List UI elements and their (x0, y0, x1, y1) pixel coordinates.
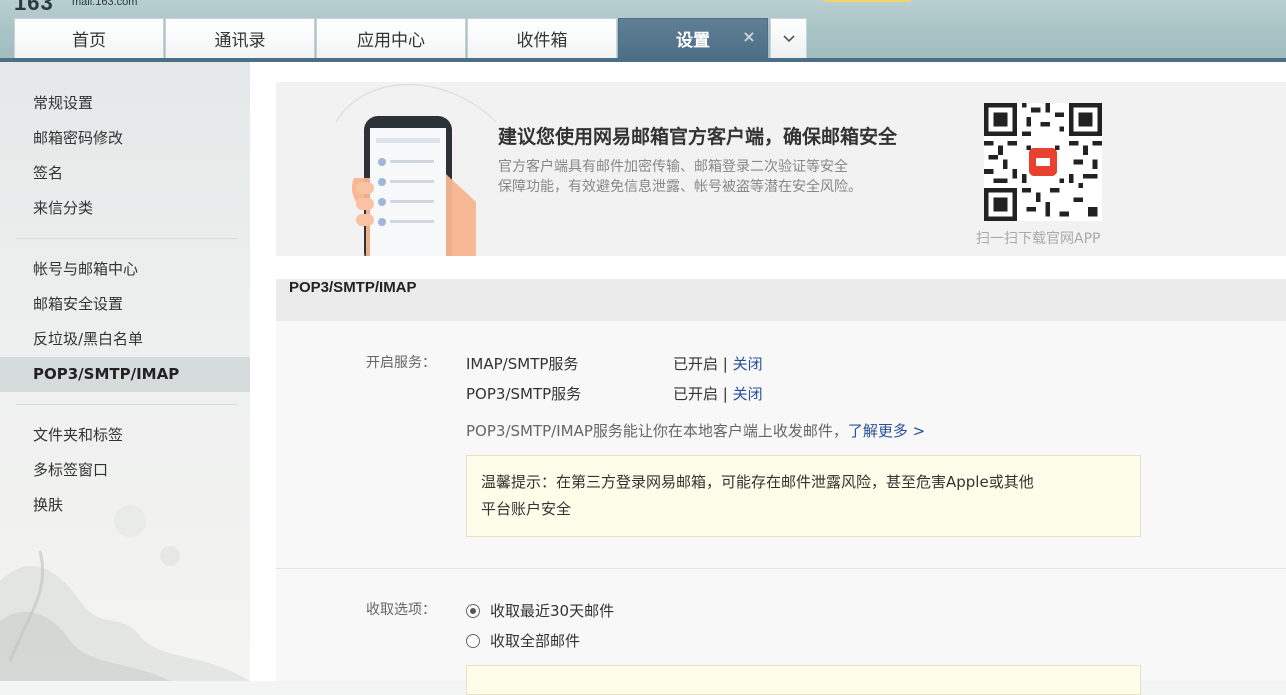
sidebar-item-folders[interactable]: 文件夹和标签 (0, 418, 250, 453)
sidebar-item-skin[interactable]: 换肤 (0, 488, 250, 523)
tab-label: 首页 (72, 31, 106, 51)
receive-notice (466, 665, 1141, 695)
sidebar-group-account: 帐号与邮箱中心 邮箱安全设置 反垃圾/黑白名单 POP3/SMTP/IMAP (0, 252, 250, 392)
radio-all-mail[interactable]: 收取全部邮件 (466, 630, 580, 651)
status-separator: | (718, 385, 733, 403)
sidebar-item-security[interactable]: 邮箱安全设置 (0, 287, 250, 322)
top-header: 163 mail.163.com 首页 通讯录 应用中心 收件箱 设置 × (0, 0, 1286, 62)
close-icon[interactable]: × (741, 29, 757, 45)
status-separator: | (718, 355, 733, 373)
tab-label: 设置 (676, 31, 710, 51)
banner-desc-line: 官方客户端具有邮件加密传输、邮箱登录二次验证等安全 (498, 159, 848, 175)
sidebar-group-basic: 常规设置 邮箱密码修改 签名 来信分类 (0, 86, 250, 226)
sidebar-item-password[interactable]: 邮箱密码修改 (0, 121, 250, 156)
pop3-service-status: 已开启 | 关闭 (673, 383, 763, 404)
description-text: POP3/SMTP/IMAP服务能让你在本地客户端上收发邮件， (466, 422, 848, 440)
section-title: POP3/SMTP/IMAP (276, 279, 1286, 321)
sidebar-divider (16, 238, 238, 239)
pop3-close-link[interactable]: 关闭 (733, 385, 763, 403)
receive-options-label: 收取选项： (366, 602, 436, 618)
sidebar-item-account-center[interactable]: 帐号与邮箱中心 (0, 252, 250, 287)
service-description: POP3/SMTP/IMAP服务能让你在本地客户端上收发邮件，了解更多 > (466, 420, 925, 441)
status-text: 已开启 (673, 385, 719, 403)
tab-settings[interactable]: 设置 × (618, 18, 768, 58)
banner-desc-line: 保障功能，有效避免信息泄露、帐号被盗等潜在安全风险。 (498, 179, 862, 195)
main-tabs: 首页 通讯录 应用中心 收件箱 设置 × (14, 18, 807, 58)
sidebar-item-pop3-smtp-imap[interactable]: POP3/SMTP/IMAP (0, 357, 250, 392)
imap-service-name: IMAP/SMTP服务 (466, 355, 579, 373)
client-promo-banner: 建议您使用网易邮箱官方客户端，确保邮箱安全 官方客户端具有邮件加密传输、邮箱登录… (276, 82, 1286, 256)
imap-service-status: 已开启 | 关闭 (673, 353, 763, 374)
radio-button[interactable] (466, 633, 480, 648)
tab-label: 应用中心 (357, 31, 425, 51)
notice-line: 平台账户安全 (481, 500, 572, 518)
sidebar-item-general[interactable]: 常规设置 (0, 86, 250, 121)
status-text: 已开启 (673, 355, 719, 373)
tab-contacts[interactable]: 通讯录 (165, 18, 315, 58)
radio-label: 收取全部邮件 (490, 632, 581, 650)
tab-app-center[interactable]: 应用中心 (316, 18, 466, 58)
header-badge[interactable] (822, 0, 912, 2)
radio-recent-30-days[interactable]: 收取最近30天邮件 (466, 600, 614, 621)
sidebar-divider (16, 404, 238, 405)
logo-domain: mail.163.com (72, 0, 138, 8)
service-label: 开启服务： (366, 355, 436, 371)
banner-title: 建议您使用网易邮箱官方客户端，确保邮箱安全 (498, 126, 898, 148)
section-divider (276, 568, 1286, 569)
sidebar-item-multi-tab[interactable]: 多标签窗口 (0, 453, 250, 488)
tab-home[interactable]: 首页 (14, 18, 164, 58)
logo[interactable]: 163 (14, 0, 54, 15)
banner-description: 官方客户端具有邮件加密传输、邮箱登录二次验证等安全 保障功能，有效避免信息泄露、… (498, 157, 898, 197)
sidebar-item-antispam[interactable]: 反垃圾/黑白名单 (0, 322, 250, 357)
radio-label: 收取最近30天邮件 (490, 602, 615, 620)
sidebar-item-signature[interactable]: 签名 (0, 156, 250, 191)
pop3-service-name: POP3/SMTP服务 (466, 385, 582, 403)
learn-more-link[interactable]: 了解更多 > (848, 422, 925, 440)
tab-label: 收件箱 (516, 31, 568, 51)
warning-notice: 温馨提示：在第三方登录网易邮箱，可能存在邮件泄露风险，甚至危害Apple或其他 … (466, 455, 1141, 537)
qr-caption: 扫一扫下载官网APP (976, 231, 1101, 247)
tab-more-button[interactable] (770, 18, 807, 58)
chevron-down-icon (782, 34, 795, 42)
sidebar-group-other: 文件夹和标签 多标签窗口 换肤 (0, 418, 250, 523)
notice-line: 温馨提示：在第三方登录网易邮箱，可能存在邮件泄露风险，甚至危害Apple或其他 (481, 473, 1034, 491)
settings-main: 建议您使用网易邮箱官方客户端，确保邮箱安全 官方客户端具有邮件加密传输、邮箱登录… (250, 62, 1286, 695)
pop3-settings-panel: 开启服务： IMAP/SMTP服务 已开启 | 关闭 POP3/SMTP服务 已… (276, 321, 1286, 695)
sidebar-item-filters[interactable]: 来信分类 (0, 191, 250, 226)
tab-label: 通讯录 (214, 31, 266, 51)
radio-button[interactable] (466, 603, 480, 618)
settings-sidebar: 常规设置 邮箱密码修改 签名 来信分类 帐号与邮箱中心 邮箱安全设置 反垃圾/黑… (0, 62, 250, 681)
qr-code-icon[interactable] (984, 103, 1102, 221)
imap-close-link[interactable]: 关闭 (733, 355, 763, 373)
tab-inbox[interactable]: 收件箱 (467, 18, 617, 58)
